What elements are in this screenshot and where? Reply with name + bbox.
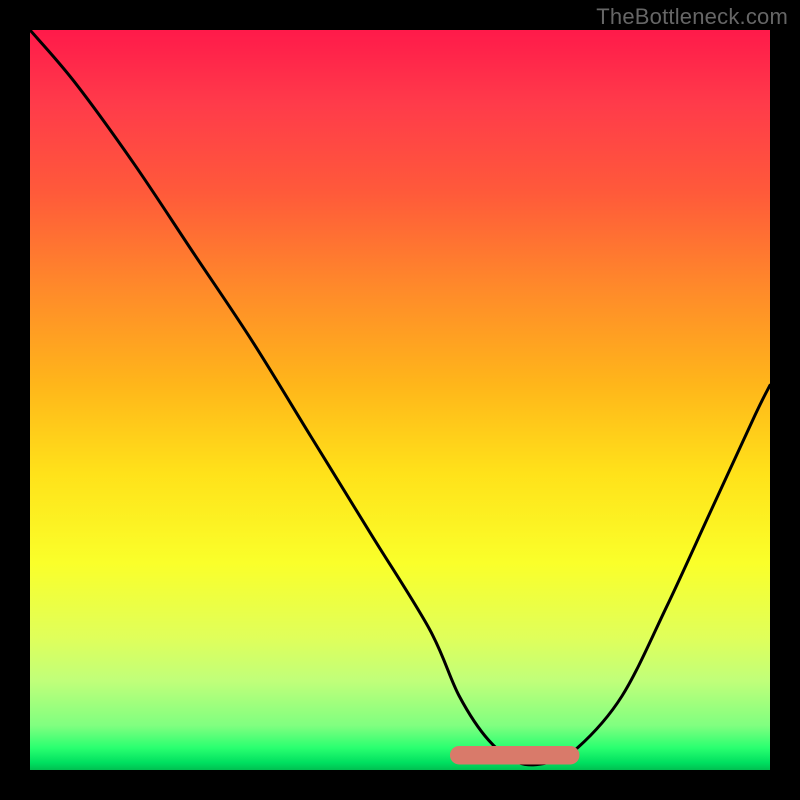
- bottleneck-curve: [30, 30, 770, 765]
- watermark-text: TheBottleneck.com: [596, 4, 788, 30]
- plot-area: [30, 30, 770, 770]
- curve-layer: [30, 30, 770, 770]
- chart-frame: TheBottleneck.com: [0, 0, 800, 800]
